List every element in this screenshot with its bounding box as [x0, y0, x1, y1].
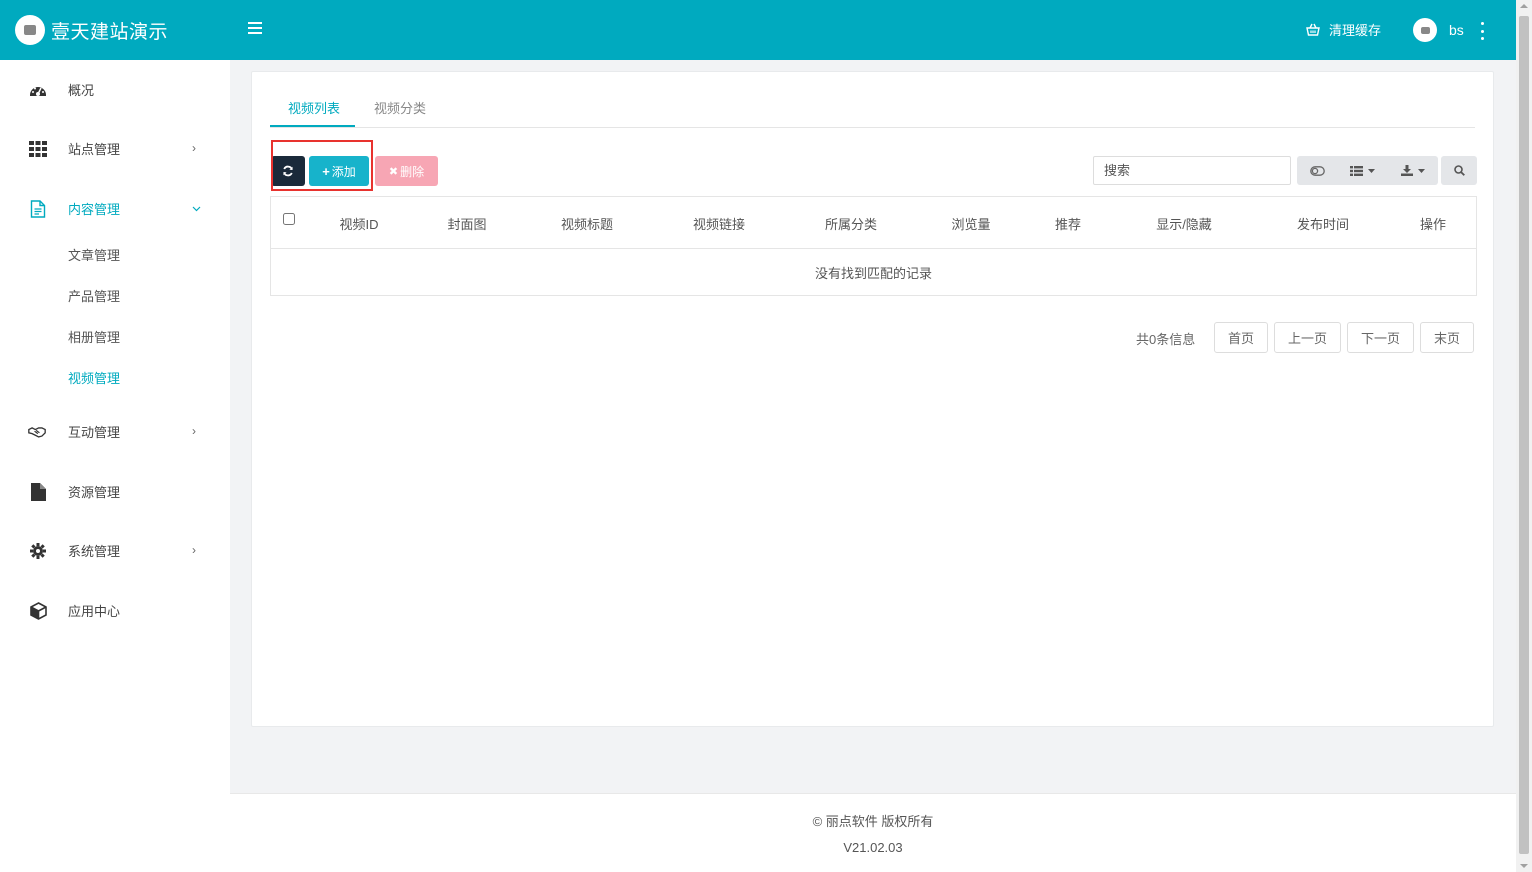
column-header[interactable]: 视频标题: [561, 214, 613, 233]
list-icon: [1349, 165, 1363, 176]
tab-bar: 视频列表 视频分类: [270, 72, 1475, 128]
document-icon: [29, 200, 47, 218]
pagination-info: 共0条信息: [1136, 332, 1196, 347]
sidebar-sub-item-albums[interactable]: 相册管理: [68, 327, 120, 346]
scroll-down-icon[interactable]: [1520, 864, 1528, 868]
scroll-thumb[interactable]: [1519, 16, 1529, 854]
file-icon: [29, 483, 47, 501]
toggle-icon: [1309, 165, 1325, 176]
handshake-icon: [28, 423, 46, 441]
sidebar-item-label: 应用中心: [68, 603, 121, 619]
chevron-right-icon: ›: [192, 543, 196, 557]
dashboard-icon: [29, 81, 47, 99]
gear-icon: [29, 542, 47, 560]
column-header[interactable]: 显示/隐藏: [1156, 214, 1212, 233]
sidebar-sub-item-products[interactable]: 产品管理: [68, 286, 120, 305]
version-text: V21.02.03: [843, 840, 903, 855]
columns-dropdown[interactable]: [1337, 156, 1387, 185]
download-icon: [1400, 165, 1413, 176]
user-name: bs: [1449, 22, 1464, 38]
logo-icon: [15, 15, 45, 45]
search-button[interactable]: [1441, 156, 1477, 185]
top-bar: 壹天建站演示 清理缓存 bs: [0, 0, 1516, 60]
column-header[interactable]: 视频ID: [339, 214, 378, 233]
caret-down-icon: [1417, 168, 1425, 173]
avatar: [1413, 18, 1437, 42]
chevron-right-icon: ›: [192, 141, 196, 155]
close-icon: ✖: [388, 165, 399, 178]
sidebar-item-label: 系统管理: [68, 543, 121, 559]
sidebar-item-label: 互动管理: [68, 424, 121, 440]
active-tab-indicator: [270, 125, 355, 127]
sidebar-item-apps[interactable]: 应用中心: [0, 590, 230, 630]
more-options-icon[interactable]: [1479, 22, 1485, 40]
grid-icon: [29, 140, 47, 158]
clear-cache-button[interactable]: 清理缓存: [1306, 20, 1381, 39]
export-dropdown[interactable]: [1387, 156, 1438, 185]
clear-cache-label: 清理缓存: [1329, 23, 1382, 38]
sidebar-item-system[interactable]: 系统管理 ›: [0, 530, 230, 570]
app-title: 壹天建站演示: [51, 21, 169, 43]
footer: © 丽点软件 版权所有 V21.02.03: [230, 793, 1516, 872]
search-icon: [1453, 165, 1465, 176]
menu-toggle-icon[interactable]: [248, 22, 262, 36]
refresh-icon: [283, 165, 293, 177]
column-header[interactable]: 所属分类: [825, 214, 877, 233]
empty-table-message: 没有找到匹配的记录: [814, 266, 932, 281]
main-panel: 视频列表 视频分类 + 添加 ✖ 删除 视频ID 封面图: [251, 71, 1494, 727]
copyright-text: © 丽点软件 版权所有: [812, 814, 934, 829]
chevron-down-icon: [192, 201, 201, 215]
table-header: 视频ID 封面图 视频标题 视频链接 所属分类 浏览量 推荐 显示/隐藏 发布时…: [271, 197, 1476, 249]
cube-icon: [29, 602, 47, 620]
caret-down-icon: [1367, 168, 1375, 173]
search-input[interactable]: [1093, 156, 1291, 185]
tab-video-category[interactable]: 视频分类: [374, 98, 426, 117]
sidebar-item-label: 内容管理: [68, 201, 121, 217]
table-tools: [1297, 156, 1438, 185]
next-page-button[interactable]: 下一页: [1347, 322, 1414, 353]
logo-area[interactable]: 壹天建站演示: [0, 0, 230, 60]
sidebar-item-content[interactable]: 内容管理: [0, 188, 230, 228]
sidebar: 概况 站点管理 › 内容管理 文章管理 产品管理 相册管理 视频管理 互动管理 …: [0, 60, 230, 872]
refresh-button[interactable]: [271, 156, 305, 186]
column-header[interactable]: 发布时间: [1297, 214, 1349, 233]
tab-video-list[interactable]: 视频列表: [288, 98, 340, 117]
sidebar-item-label: 站点管理: [68, 141, 121, 157]
last-page-button[interactable]: 末页: [1420, 322, 1474, 353]
sidebar-item-label: 资源管理: [68, 484, 121, 500]
scrollbar[interactable]: [1516, 0, 1532, 872]
sidebar-item-overview[interactable]: 概况: [0, 69, 230, 109]
column-header[interactable]: 浏览量: [951, 214, 990, 233]
sidebar-item-site[interactable]: 站点管理 ›: [0, 128, 230, 168]
add-button-label: 添加: [331, 164, 356, 179]
prev-page-button[interactable]: 上一页: [1274, 322, 1341, 353]
scroll-up-icon[interactable]: [1520, 4, 1528, 8]
add-button[interactable]: + 添加: [309, 156, 369, 186]
toggle-view-button[interactable]: [1297, 156, 1337, 185]
sidebar-sub-item-articles[interactable]: 文章管理: [68, 245, 120, 264]
column-header[interactable]: 封面图: [447, 214, 486, 233]
column-header[interactable]: 视频链接: [693, 214, 745, 233]
plus-icon: +: [322, 163, 330, 179]
sidebar-item-interaction[interactable]: 互动管理 ›: [0, 411, 230, 451]
chevron-right-icon: ›: [192, 424, 196, 438]
user-menu[interactable]: bs: [1413, 18, 1464, 42]
delete-button-label: 删除: [400, 164, 425, 179]
column-header[interactable]: 操作: [1420, 214, 1446, 233]
first-page-button[interactable]: 首页: [1214, 322, 1268, 353]
column-header[interactable]: 推荐: [1055, 214, 1081, 233]
sidebar-item-label: 概况: [68, 82, 95, 98]
sidebar-item-resources[interactable]: 资源管理: [0, 471, 230, 511]
basket-icon: [1306, 23, 1320, 36]
sidebar-sub-item-videos[interactable]: 视频管理: [68, 368, 120, 387]
delete-button[interactable]: ✖ 删除: [375, 156, 438, 186]
select-all-checkbox[interactable]: [283, 213, 295, 225]
video-table: 视频ID 封面图 视频标题 视频链接 所属分类 浏览量 推荐 显示/隐藏 发布时…: [270, 196, 1477, 296]
